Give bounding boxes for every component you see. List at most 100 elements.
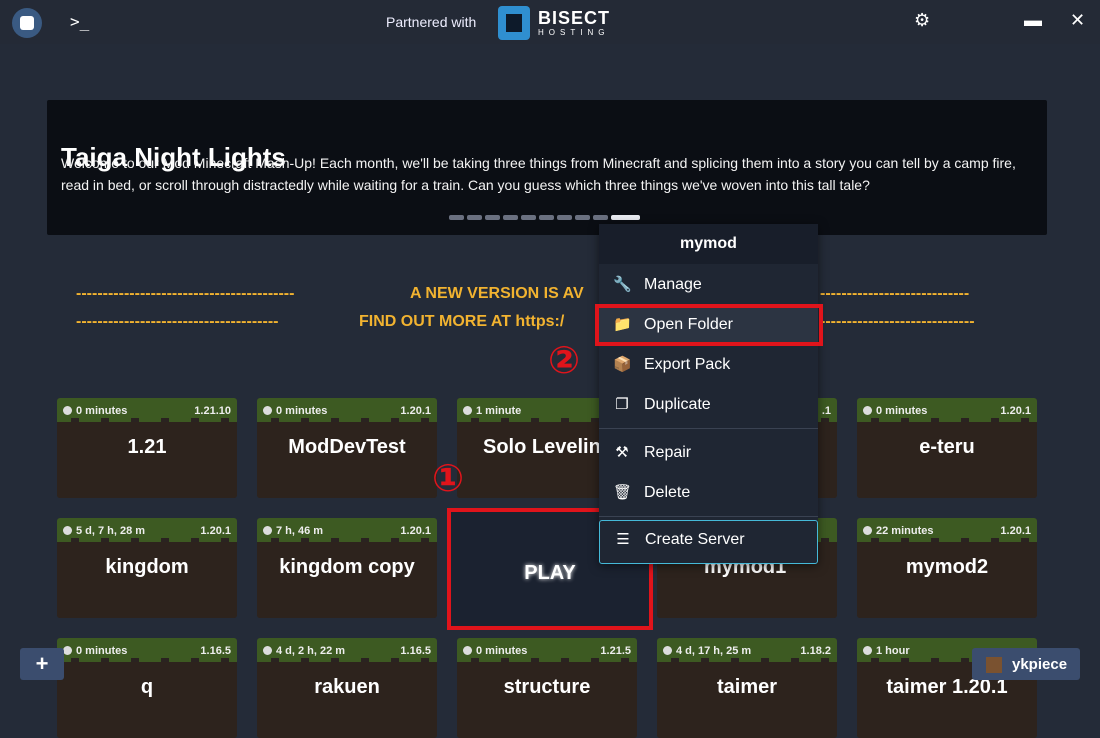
server-icon: ☰ xyxy=(616,531,630,548)
instance-name: q xyxy=(140,676,154,698)
instance-version: 1.20.1 xyxy=(400,525,431,537)
partner-text: Partnered with xyxy=(386,14,477,30)
wrench-icon: 🔧 xyxy=(613,276,632,293)
trash-icon: 🗑 xyxy=(613,484,633,501)
play-time: 0 minutes xyxy=(63,405,127,417)
menu-item-delete[interactable]: 🗑 Delete xyxy=(599,474,818,512)
play-time: 22 minutes xyxy=(863,525,933,537)
clock-icon xyxy=(263,526,272,535)
play-time: 0 minutes xyxy=(63,645,127,657)
slide-dot-active[interactable] xyxy=(611,215,640,220)
brand-bottom: HOSTING xyxy=(538,28,610,37)
slide-dot[interactable] xyxy=(467,215,482,220)
brand-top: BISECT xyxy=(538,8,611,28)
instance-name: kingdom xyxy=(105,556,189,578)
play-time: 4 d, 17 h, 25 m xyxy=(663,645,751,657)
step-2-marker: ② xyxy=(548,338,581,382)
clock-icon xyxy=(63,526,72,535)
slide-dot[interactable] xyxy=(521,215,536,220)
play-time: 0 minutes xyxy=(863,405,927,417)
slide-dot[interactable] xyxy=(557,215,572,220)
menu-item-create-server[interactable]: ☰ Create Server xyxy=(599,520,818,564)
instance-name: taimer xyxy=(716,676,778,698)
maximize-icon[interactable]: ▬ xyxy=(1024,10,1042,31)
instance-version: 1.20.1 xyxy=(1000,525,1031,537)
copy-icon: ❐ xyxy=(615,396,629,413)
instance-tile[interactable]: 7 h, 46 m 1.20.1 kingdom copy xyxy=(257,518,437,618)
step-1-marker: ① xyxy=(432,456,465,500)
instance-tile[interactable]: 5 d, 7 h, 28 m 1.20.1 kingdom xyxy=(57,518,237,618)
title-bar: >_ Partnered with BISECT HOSTING ⚙ ▬ ✕ xyxy=(0,0,1100,44)
instance-name: kingdom copy xyxy=(279,556,415,578)
slide-dot[interactable] xyxy=(485,215,500,220)
instance-tile[interactable]: 0 minutes 1.21.5 structure xyxy=(457,638,637,738)
slide-dot[interactable] xyxy=(575,215,590,220)
instance-tile[interactable]: 0 minutes 1.21.10 1.21 xyxy=(57,398,237,498)
close-icon[interactable]: ✕ xyxy=(1070,10,1085,31)
instance-name: ModDevTest xyxy=(288,436,406,458)
open-folder-highlight xyxy=(595,304,823,346)
bisect-logo-icon xyxy=(498,6,530,40)
app-logo-icon[interactable] xyxy=(12,8,42,38)
instance-version: 1.21.10 xyxy=(194,405,231,417)
play-time: 4 d, 2 h, 22 m xyxy=(263,645,345,657)
terminal-icon[interactable]: >_ xyxy=(70,12,89,31)
hammer-icon: ⚒ xyxy=(615,444,629,461)
username: ykpiece xyxy=(1012,656,1068,673)
instance-version: 1.20.1 xyxy=(200,525,231,537)
instance-tile[interactable]: 4 d, 17 h, 25 m 1.18.2 taimer xyxy=(657,638,837,738)
slide-dot[interactable] xyxy=(503,215,518,220)
bisect-hosting-logo[interactable]: BISECT HOSTING xyxy=(498,6,622,40)
user-account-button[interactable]: ykpiece xyxy=(972,648,1080,680)
instance-tile[interactable]: 0 minutes 1.16.5 q xyxy=(57,638,237,738)
play-time: 1 minute xyxy=(463,405,521,417)
instance-version: 1.16.5 xyxy=(400,645,431,657)
clock-icon xyxy=(463,406,472,415)
clock-icon xyxy=(463,646,472,655)
banner-description: Welcome to our Mod Minecraft Mash-Up! Ea… xyxy=(61,155,1016,193)
menu-item-duplicate[interactable]: ❐ Duplicate xyxy=(599,386,818,424)
clock-icon xyxy=(263,646,272,655)
instance-name: mymod2 xyxy=(905,556,989,578)
clock-icon xyxy=(263,406,272,415)
menu-item-manage[interactable]: 🔧 Manage xyxy=(599,266,818,304)
instance-name: structure xyxy=(503,676,591,698)
instance-version: 1.20.1 xyxy=(400,405,431,417)
play-time: 5 d, 7 h, 28 m xyxy=(63,525,145,537)
play-time: 1 hour xyxy=(863,645,910,657)
banner-pagination xyxy=(449,215,640,220)
instance-context-menu: mymod 🔧 Manage 📁 Open Folder 📦 Export Pa… xyxy=(599,224,818,564)
clock-icon xyxy=(63,406,72,415)
add-instance-button[interactable]: + xyxy=(20,648,64,680)
instance-tile[interactable]: 0 minutes 1.20.1 ModDevTest xyxy=(257,398,437,498)
instance-version: 1.20.1 xyxy=(1000,405,1031,417)
instance-tile[interactable]: 4 d, 2 h, 22 m 1.16.5 rakuen xyxy=(257,638,437,738)
instance-tile[interactable]: 0 minutes 1.20.1 e-teru xyxy=(857,398,1037,498)
clock-icon xyxy=(663,646,672,655)
avatar xyxy=(986,657,1002,673)
settings-icon[interactable]: ⚙ xyxy=(914,10,930,31)
instance-name: rakuen xyxy=(314,676,380,698)
instance-name: e-teru xyxy=(919,436,975,458)
clock-icon xyxy=(863,646,872,655)
clock-icon xyxy=(63,646,72,655)
slide-dot[interactable] xyxy=(593,215,608,220)
instance-version: 1.18.2 xyxy=(800,645,831,657)
clock-icon xyxy=(863,526,872,535)
play-time: 7 h, 46 m xyxy=(263,525,323,537)
context-menu-header: mymod xyxy=(599,224,818,264)
instance-version: 1.16.5 xyxy=(200,645,231,657)
slide-dot[interactable] xyxy=(449,215,464,220)
box-icon: 📦 xyxy=(613,356,632,373)
play-label: PLAY xyxy=(524,562,576,584)
news-banner[interactable]: Taiga Night Lights Welcome to our Mod Mi… xyxy=(47,100,1047,235)
instance-version: 1.21.5 xyxy=(600,645,631,657)
slide-dot[interactable] xyxy=(539,215,554,220)
instance-name: 1.21 xyxy=(127,436,167,458)
instance-version: .1 xyxy=(821,405,831,417)
instance-tile[interactable]: 22 minutes 1.20.1 mymod2 xyxy=(857,518,1037,618)
play-time: 0 minutes xyxy=(263,405,327,417)
menu-item-repair[interactable]: ⚒ Repair xyxy=(599,434,818,472)
menu-separator xyxy=(599,428,818,429)
menu-item-export-pack[interactable]: 📦 Export Pack xyxy=(599,346,818,384)
